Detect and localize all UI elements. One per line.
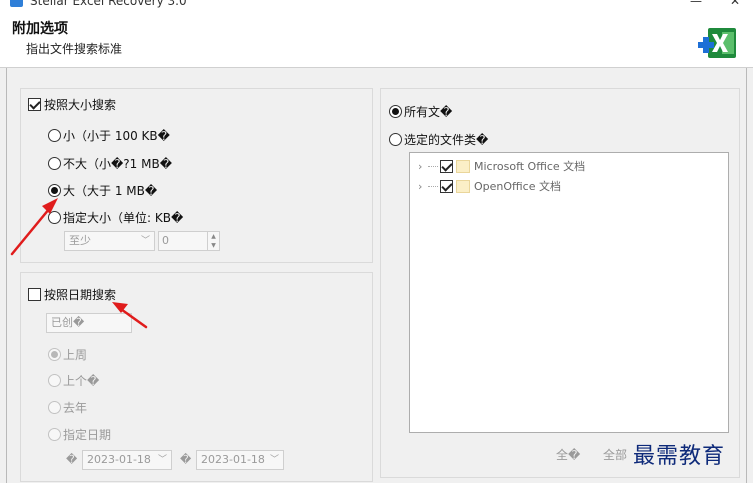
date-option-last-month-radio[interactable] (48, 374, 61, 387)
page-subtitle: 指出文件搜索标准 (26, 42, 123, 56)
date-option-last-week-radio[interactable] (48, 348, 61, 361)
chevron-down-icon: ﹀ (157, 455, 167, 465)
size-option-large[interactable]: 大（大于 1 MB� (48, 182, 157, 199)
deselect-all-button[interactable]: 全部 (603, 446, 627, 463)
tree-item-openoffice[interactable]: › OpenOffice 文档 (418, 178, 561, 194)
expand-chevron-icon[interactable]: › (418, 180, 428, 193)
size-search-checkbox[interactable] (28, 98, 41, 111)
from-date-prefix: � (66, 453, 78, 466)
date-option-last-year-label: 去年 (63, 401, 88, 415)
date-option-last-month-label: 上个� (63, 374, 100, 388)
size-limit-value: 至少 (69, 234, 91, 247)
all-files-label: 所有文� (404, 105, 453, 119)
chevron-down-icon: ﹀ (269, 455, 279, 465)
tree-connector (428, 185, 438, 187)
size-value: 0 (162, 234, 169, 247)
date-option-last-week[interactable]: 上周 (48, 346, 87, 363)
from-date-value: 2023-01-18 (87, 453, 151, 466)
size-option-large-label: 大（大于 1 MB� (63, 184, 158, 198)
tree-item-ms-office-checkbox[interactable] (440, 159, 453, 173)
date-option-last-week-label: 上周 (63, 348, 88, 362)
date-option-last-year-radio[interactable] (48, 401, 61, 414)
size-option-custom-radio[interactable] (48, 211, 61, 224)
watermark-text: 最需教育 (633, 444, 726, 469)
size-search-label: 按照大小搜索 (44, 98, 117, 112)
size-limit-combo[interactable]: 至少 ﹀ (64, 231, 155, 251)
size-option-small[interactable]: 小（小于 100 KB� (48, 127, 170, 144)
size-option-medium-label: 不大（小�?1 MB� (63, 157, 173, 171)
chevron-down-icon: ﹀ (140, 236, 150, 246)
app-icon (10, 0, 23, 7)
minimize-button[interactable]: — (686, 0, 706, 8)
wizard-header: 附加选项 指出文件搜索标准 (0, 10, 753, 68)
size-option-small-label: 小（小于 100 KB� (63, 129, 170, 143)
date-search-label: 按照日期搜索 (44, 288, 117, 302)
size-option-medium-radio[interactable] (48, 157, 61, 170)
to-date-picker[interactable]: 2023-01-18 ﹀ (196, 450, 284, 470)
tree-connector (428, 165, 438, 167)
date-option-custom-radio[interactable] (48, 428, 61, 441)
selected-types-label: 选定的文件类� (404, 133, 489, 147)
tree-item-ms-office-label: Microsoft Office 文档 (474, 160, 586, 173)
title-bar: Stellar Excel Recovery 3.0 — ✕ (0, 0, 753, 10)
spinner-arrows-icon[interactable]: ▲ ▼ (207, 232, 219, 250)
content-border-left (6, 68, 7, 483)
all-files-option[interactable]: 所有文� (389, 103, 452, 120)
to-date-prefix: � (180, 453, 192, 466)
from-date-picker[interactable]: 2023-01-18 ﹀ (82, 450, 172, 470)
selected-types-radio[interactable] (389, 133, 402, 146)
folder-icon (456, 159, 470, 173)
close-button[interactable]: ✕ (725, 0, 745, 8)
size-option-medium[interactable]: 不大（小�?1 MB� (48, 155, 172, 172)
content-border-right (746, 68, 747, 483)
date-type-value: 已创� (51, 316, 85, 329)
size-option-custom[interactable]: 指定大小（单位: KB� (48, 209, 183, 226)
selected-types-option[interactable]: 选定的文件类� (389, 131, 488, 148)
date-option-custom-label: 指定日期 (63, 428, 112, 442)
date-option-last-year[interactable]: 去年 (48, 399, 87, 416)
file-type-tree[interactable]: › Microsoft Office 文档 › OpenOffice 文档 (409, 152, 729, 433)
page-title: 附加选项 (12, 21, 68, 37)
folder-icon (456, 179, 470, 193)
to-date-value: 2023-01-18 (201, 453, 265, 466)
date-search-checkbox[interactable] (28, 288, 41, 301)
tree-item-openoffice-checkbox[interactable] (440, 179, 453, 193)
date-search-checkbox-row[interactable]: 按照日期搜索 (28, 286, 116, 303)
size-option-small-radio[interactable] (48, 129, 61, 142)
size-option-custom-label: 指定大小（单位: KB� (63, 211, 184, 225)
tree-item-ms-office[interactable]: › Microsoft Office 文档 (418, 158, 585, 174)
tree-item-openoffice-label: OpenOffice 文档 (474, 180, 561, 193)
date-option-last-month[interactable]: 上个� (48, 372, 99, 389)
size-option-large-radio[interactable] (48, 184, 61, 197)
expand-chevron-icon[interactable]: › (418, 160, 428, 173)
excel-logo-icon (698, 28, 736, 58)
date-type-combo[interactable]: 已创� (46, 313, 132, 333)
select-all-button[interactable]: 全� (556, 446, 580, 463)
size-search-checkbox-row[interactable]: 按照大小搜索 (28, 96, 116, 113)
size-value-spinner[interactable]: 0 ▲ ▼ (158, 231, 220, 251)
date-option-custom[interactable]: 指定日期 (48, 426, 111, 443)
window-title: Stellar Excel Recovery 3.0 (30, 0, 187, 8)
all-files-radio[interactable] (389, 105, 402, 118)
